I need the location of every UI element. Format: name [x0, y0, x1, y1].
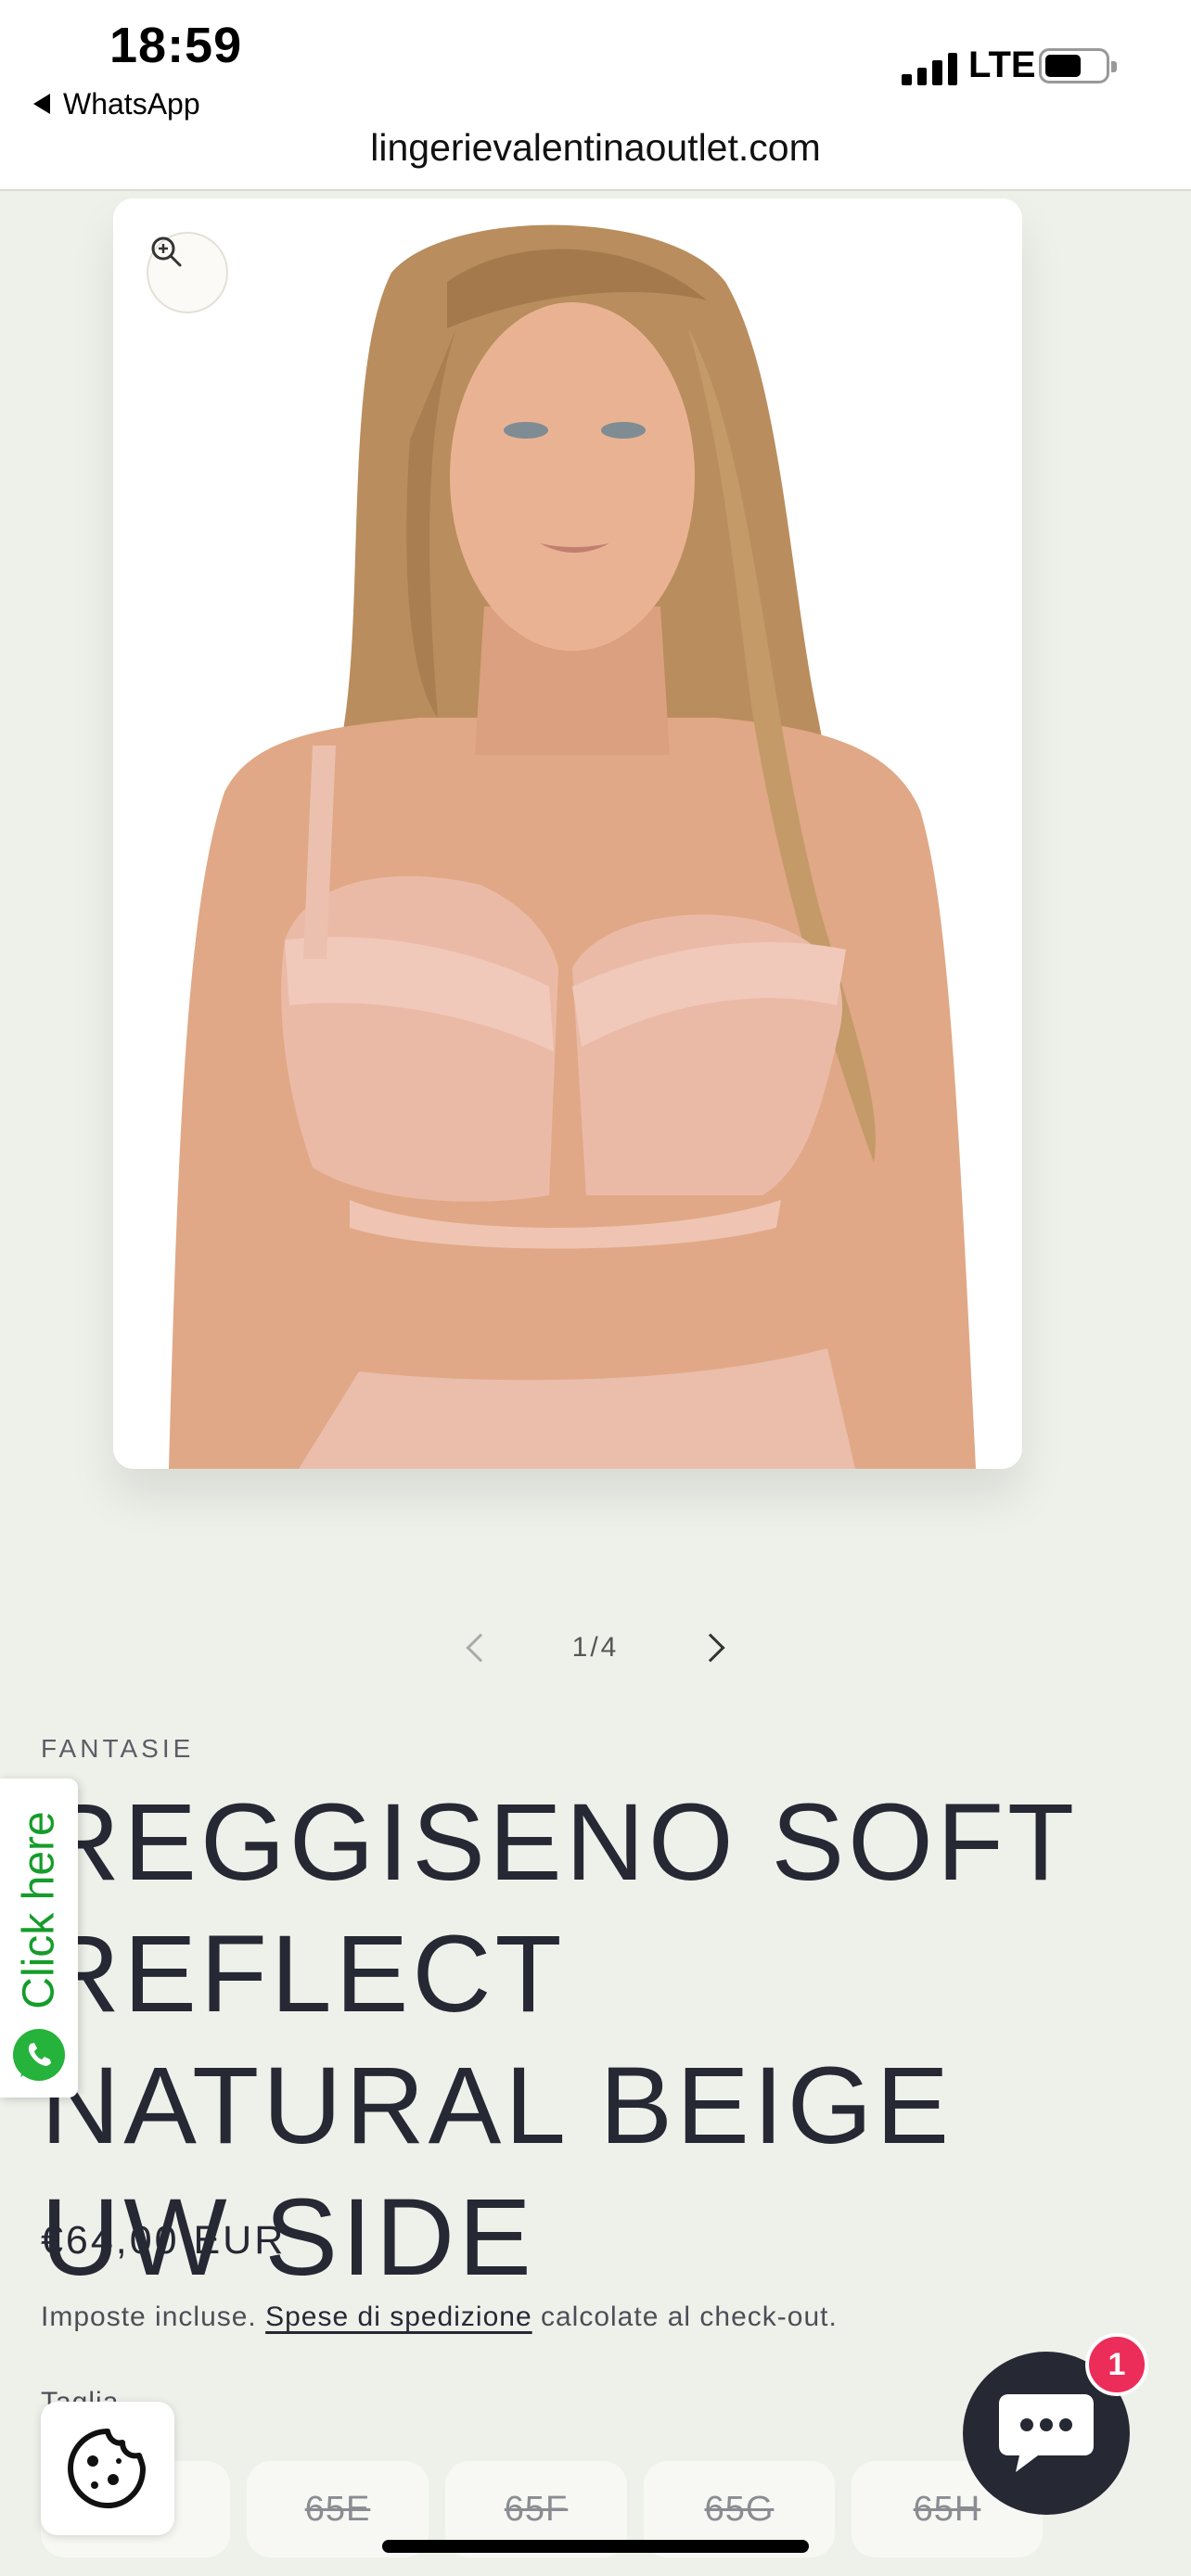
back-arrow-icon [33, 94, 50, 114]
gallery-counter: 1/4 [571, 1632, 620, 1663]
url-bar[interactable]: lingerievalentinaoutlet.com [0, 126, 1191, 170]
chat-bubble-icon [999, 2394, 1094, 2472]
battery-icon [1039, 48, 1117, 83]
shipping-link[interactable]: Spese di spedizione [265, 2302, 532, 2332]
tax-note-suffix: calcolate al check-out. [531, 2302, 838, 2332]
chevron-left-icon[interactable] [466, 1633, 495, 1663]
whatsapp-widget[interactable]: Click here [0, 1779, 78, 2098]
network-label: LTE [968, 45, 1036, 85]
chat-unread-badge: 1 [1085, 2333, 1148, 2396]
cellular-signal-icon [902, 48, 957, 85]
cookie-settings-button[interactable] [41, 2402, 174, 2535]
product-vendor: FANTASIE [41, 1734, 195, 1763]
zoom-in-icon [151, 236, 182, 267]
home-indicator[interactable] [382, 2540, 809, 2553]
whatsapp-icon [13, 2029, 65, 2081]
zoom-button[interactable] [147, 232, 228, 313]
tax-note: Imposte incluse. Spese di spedizione cal… [41, 2302, 838, 2333]
status-time: 18:59 [109, 18, 243, 73]
chevron-right-icon[interactable] [696, 1633, 725, 1663]
product-photo [113, 198, 1022, 1469]
product-price: €64,00 EUR [41, 2218, 287, 2263]
browser-top-bar: 18:59 WhatsApp LTE lingerievalentinaoutl… [0, 0, 1191, 191]
tax-note-prefix: Imposte incluse. [41, 2302, 266, 2332]
product-image[interactable] [113, 198, 1022, 1469]
back-to-app-link[interactable]: WhatsApp [33, 85, 200, 122]
whatsapp-label: Click here [14, 1811, 64, 2009]
cookie-icon [68, 2429, 146, 2508]
back-app-label: WhatsApp [63, 86, 200, 121]
gallery-pager: 1/4 [0, 1625, 1191, 1671]
